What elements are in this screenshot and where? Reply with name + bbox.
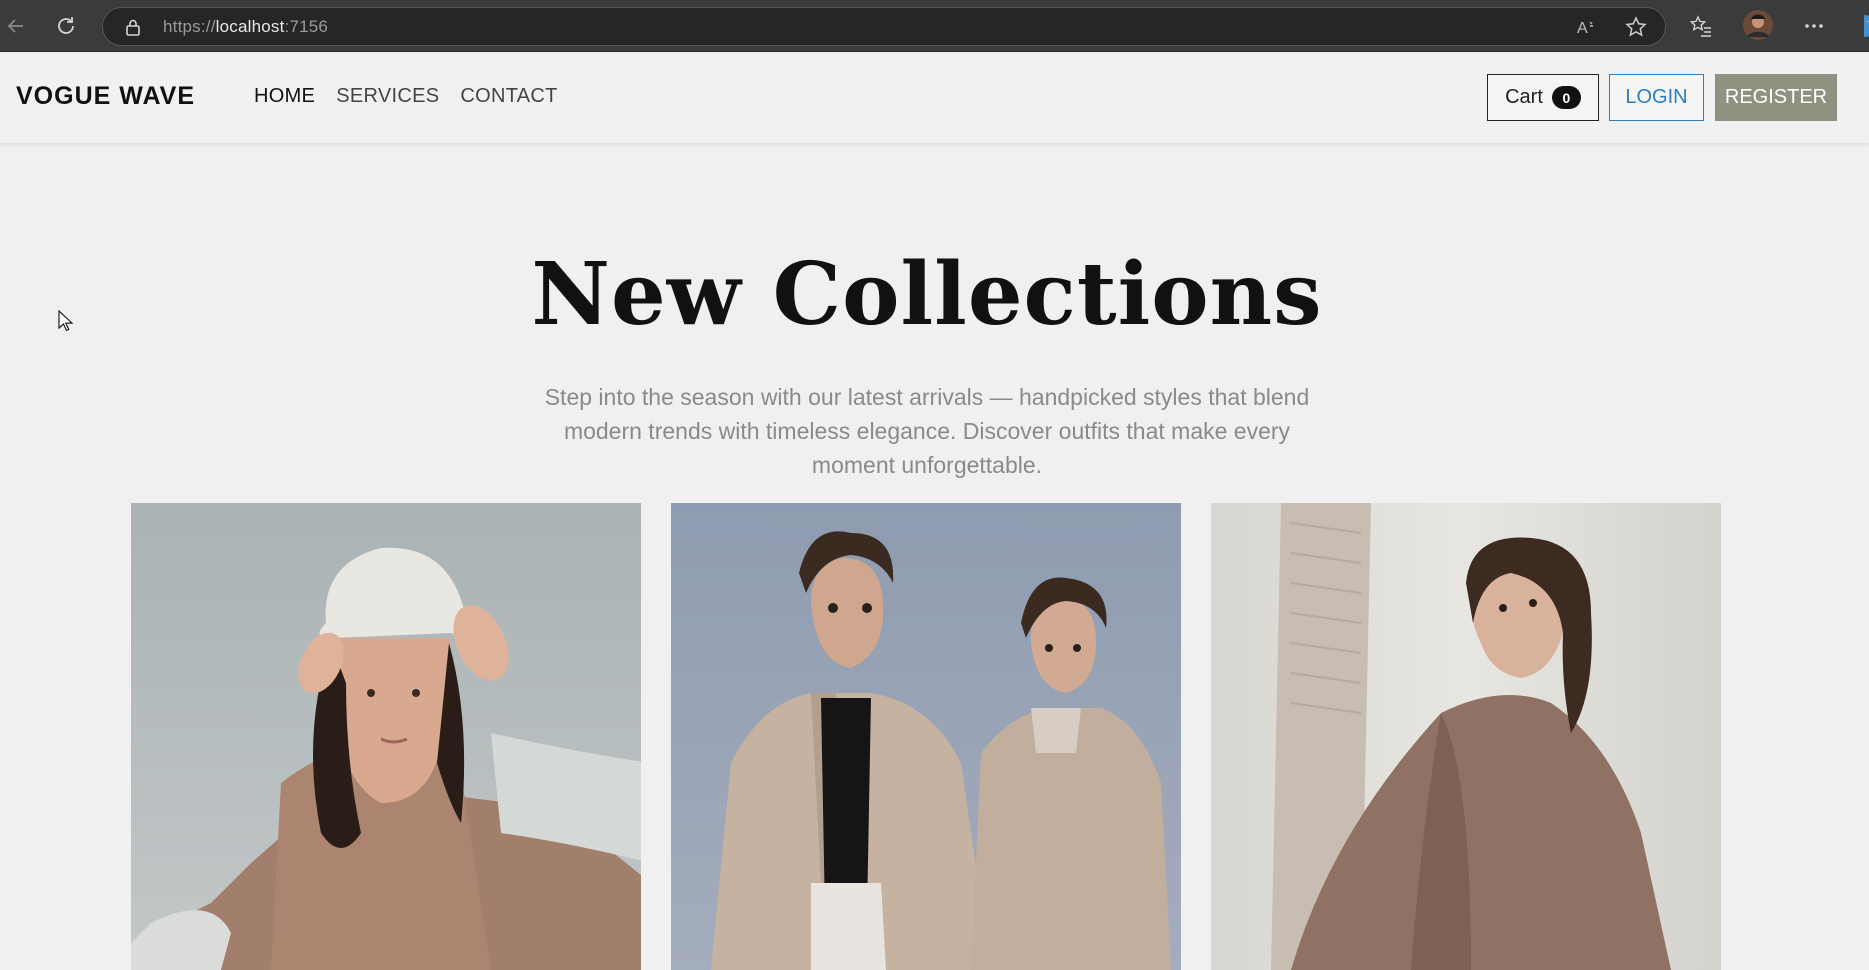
address-bar[interactable]: https://localhost:7156 A [102,7,1666,46]
two-models-trench-coats-photo [671,503,1181,970]
favorites-list-icon[interactable] [1685,10,1717,42]
back-arrow-icon[interactable] [0,10,32,42]
nav-link-contact[interactable]: CONTACT [460,85,557,108]
site-header: VOGUE WAVE HOME SERVICES CONTACT Cart 0 … [0,52,1869,143]
url-text[interactable]: https://localhost:7156 [163,17,328,37]
collection-image-2[interactable] [671,503,1181,970]
browser-toolbar: https://localhost:7156 A [0,0,1869,52]
nav-link-services[interactable]: SERVICES [336,85,439,108]
url-host: localhost [215,17,285,36]
collection-image-3[interactable] [1211,503,1721,970]
profile-avatar[interactable] [1742,9,1774,41]
hero-subtitle: Step into the season with our latest arr… [544,384,1310,478]
cart-button[interactable]: Cart 0 [1487,74,1599,121]
refresh-icon[interactable] [50,10,82,42]
lock-icon[interactable] [123,17,143,37]
cart-label: Cart [1505,86,1543,108]
more-options-icon[interactable] [1798,10,1830,42]
cart-count-badge: 0 [1551,86,1581,109]
copilot-icon[interactable] [1850,10,1869,42]
register-button[interactable]: REGISTER [1715,74,1837,121]
svg-text:A: A [1577,20,1588,37]
url-port: :7156 [284,17,329,36]
brand-logo[interactable]: VOGUE WAVE [16,82,195,111]
read-aloud-icon[interactable]: A [1575,16,1597,38]
login-button[interactable]: LOGIN [1609,74,1704,121]
model-plaid-blazer-photo [1211,503,1721,970]
nav-link-home[interactable]: HOME [254,85,315,108]
main-nav: HOME SERVICES CONTACT [254,85,558,108]
favorite-star-icon[interactable] [1625,16,1647,38]
hero-title: New Collections [531,244,1323,345]
url-scheme: https:// [163,17,216,36]
model-bucket-hat-photo [131,503,641,970]
collection-image-1[interactable] [131,503,641,970]
